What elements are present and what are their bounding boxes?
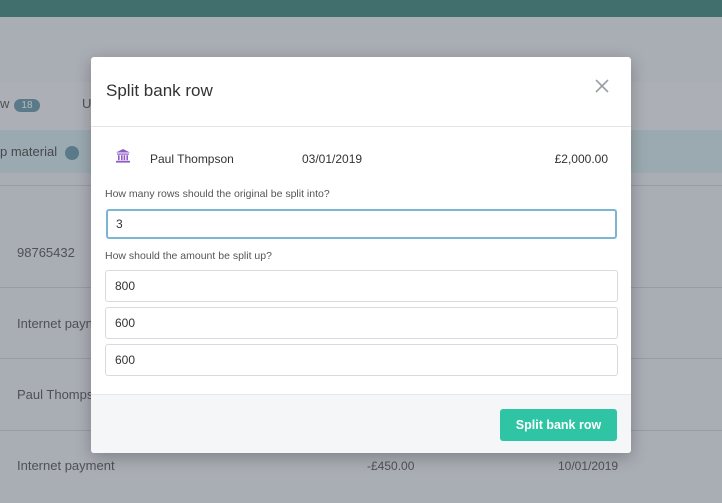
close-button[interactable] bbox=[591, 76, 613, 98]
bank-icon bbox=[115, 148, 131, 164]
transaction-date: 03/01/2019 bbox=[302, 152, 363, 166]
split-amount-input-1[interactable] bbox=[105, 270, 618, 302]
split-bank-row-button[interactable]: Split bank row bbox=[500, 409, 617, 441]
split-bank-row-dialog: Split bank row Paul Thompson 03/01/2019 … bbox=[91, 57, 631, 453]
modal-title: Split bank row bbox=[106, 81, 213, 100]
transaction-amount: £2,000.00 bbox=[554, 152, 608, 166]
split-amounts-label: How should the amount be split up? bbox=[105, 250, 272, 262]
split-amount-input-3[interactable] bbox=[105, 344, 618, 376]
rows-count-input[interactable] bbox=[106, 209, 617, 239]
close-icon bbox=[595, 79, 609, 93]
rows-count-label: How many rows should the original be spl… bbox=[105, 188, 330, 200]
split-amount-input-2[interactable] bbox=[105, 307, 618, 339]
modal-header: Split bank row bbox=[91, 57, 631, 127]
modal-footer: Split bank row bbox=[91, 394, 631, 453]
transaction-name: Paul Thompson bbox=[150, 152, 234, 166]
transaction-summary: Paul Thompson 03/01/2019 £2,000.00 bbox=[91, 141, 631, 171]
